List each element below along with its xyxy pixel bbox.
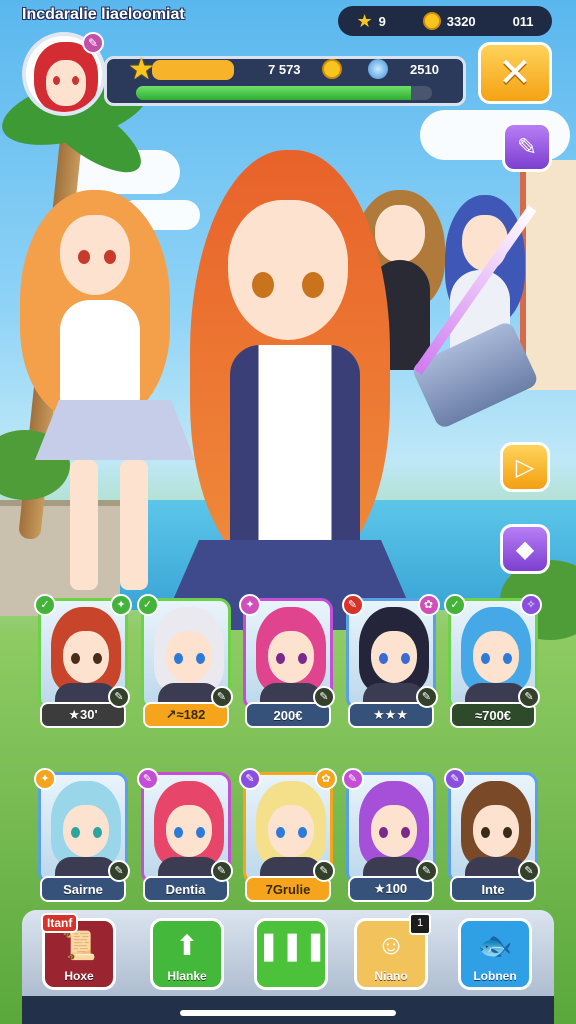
card-status-badge-icon: ✓ bbox=[136, 594, 159, 616]
avatar-edit-badge[interactable]: ✎ bbox=[82, 32, 104, 54]
nav-button-fish[interactable]: 🐟 Lobnen bbox=[458, 918, 532, 990]
character-card[interactable]: ✓ ✧ ✎ ≈700€ bbox=[444, 594, 542, 728]
character-card[interactable]: ✎ ✿ ✎ ★★★ bbox=[341, 594, 440, 728]
boot-icon: ⬆ bbox=[175, 930, 199, 961]
character-card[interactable]: ✦ ✎ 200€ bbox=[239, 594, 335, 728]
star-value: 9 bbox=[378, 13, 386, 29]
home-indicator bbox=[180, 1010, 396, 1016]
nav-label: Lobnen bbox=[473, 969, 517, 983]
card-status-badge-icon: ✦ bbox=[34, 768, 56, 790]
gem-value: 2510 bbox=[410, 62, 439, 77]
coin-icon bbox=[322, 59, 342, 79]
coin-value: 3320 bbox=[446, 13, 476, 29]
card-status-badge-icon: ✎ bbox=[341, 594, 364, 616]
card-equip-icon: ✎ bbox=[518, 860, 540, 882]
nav-button-character[interactable]: ☺ Niano 1 bbox=[354, 913, 431, 990]
card-corner-badge-icon: ✧ bbox=[520, 594, 542, 616]
side-button-eraser[interactable]: ✎ bbox=[502, 122, 552, 172]
nav-label: Niano bbox=[374, 969, 408, 983]
character-card[interactable]: ✎ ✎ Dentia bbox=[136, 768, 233, 902]
card-status-badge-icon: ✎ bbox=[239, 768, 261, 790]
nav-label: Hlanke bbox=[167, 969, 207, 983]
nav-tag: Itanf bbox=[41, 913, 79, 933]
card-equip-icon: ✎ bbox=[313, 686, 335, 708]
close-icon: ✕ bbox=[498, 51, 532, 95]
character-card[interactable]: ✎ ✎ ★100 bbox=[341, 768, 438, 902]
pause-icon: ❚❚❚ bbox=[257, 930, 328, 961]
coin-stat: 3320 bbox=[422, 12, 476, 30]
character-roster-row-1: ✓ ✦ ✎ ★30' ✓ ✎ ↗≈182 ✦ ✎ 200€ ✎ ✿ ✎ ★★★ ✓ ✧ ✎ ≈700€ bbox=[34, 594, 542, 728]
xp-text: 7 573 bbox=[268, 62, 301, 77]
character-card[interactable]: ✓ ✎ ↗≈182 bbox=[136, 594, 233, 728]
close-button[interactable]: ✕ bbox=[478, 42, 552, 104]
scroll-icon: 📜 bbox=[61, 930, 97, 961]
card-equip-icon: ✎ bbox=[313, 860, 335, 882]
eraser-icon: ✎ bbox=[516, 133, 538, 161]
card-equip-icon: ✎ bbox=[415, 860, 438, 882]
nav-button-boot[interactable]: ⬆ Hlanke bbox=[150, 918, 224, 990]
card-status-badge-icon: ✓ bbox=[444, 594, 466, 616]
nav-button-pause[interactable]: ❚❚❚ bbox=[254, 918, 328, 990]
card-equip-icon: ✎ bbox=[210, 860, 233, 882]
card-equip-icon: ✎ bbox=[108, 860, 130, 882]
card-equip-icon: ✎ bbox=[415, 686, 438, 708]
character-card[interactable]: ✓ ✦ ✎ ★30' bbox=[34, 594, 132, 728]
diamond-icon: ◆ bbox=[515, 535, 535, 563]
extra-stat: 011 bbox=[513, 14, 534, 29]
game-title: Incdaralie liaeloomiat bbox=[22, 6, 185, 23]
side-button-play[interactable]: ▷ bbox=[500, 442, 550, 492]
gem-icon bbox=[368, 59, 388, 79]
card-corner-badge-icon: ✦ bbox=[110, 594, 132, 616]
card-corner-badge-icon: ✿ bbox=[315, 768, 337, 790]
level-star-icon: ★ bbox=[128, 53, 155, 86]
card-equip-icon: ✎ bbox=[210, 686, 233, 708]
extra-value: 011 bbox=[512, 13, 534, 29]
play-icon: ▷ bbox=[515, 453, 535, 481]
character-card[interactable]: ✎ ✎ Inte bbox=[444, 768, 540, 902]
nav-button-scroll[interactable]: 📜 Hoxe Itanf bbox=[41, 913, 116, 990]
house bbox=[520, 160, 576, 390]
character-card[interactable]: ✎ ✿ ✎ 7Grulie bbox=[239, 768, 337, 902]
card-status-badge-icon: ✦ bbox=[239, 594, 261, 616]
coin-icon bbox=[422, 12, 441, 30]
character-roster-row-2: ✦ ✎ Sairne ✎ ✎ Dentia ✎ ✿ ✎ 7Grulie ✎ ✎ ★100 ✎ ✎ Inte bbox=[34, 768, 540, 902]
star-icon: ★ bbox=[356, 11, 373, 31]
card-status-badge-icon: ✎ bbox=[136, 768, 159, 790]
top-stats-bar: ★ 9 3320 011 bbox=[338, 6, 552, 36]
card-equip-icon: ✎ bbox=[518, 686, 540, 708]
fish-icon: 🐟 bbox=[477, 930, 513, 961]
nav-label: Hoxe bbox=[64, 969, 94, 983]
hp-bar-fill bbox=[136, 86, 412, 100]
hp-bar bbox=[136, 86, 432, 100]
card-corner-badge-icon: ✿ bbox=[417, 594, 440, 616]
character-card[interactable]: ✦ ✎ Sairne bbox=[34, 768, 130, 902]
nav-count-badge: 1 bbox=[409, 913, 431, 935]
card-status-badge-icon: ✓ bbox=[34, 594, 56, 616]
card-status-badge-icon: ✎ bbox=[341, 768, 364, 790]
card-equip-icon: ✎ bbox=[108, 686, 130, 708]
card-status-badge-icon: ✎ bbox=[444, 768, 466, 790]
star-stat: ★ 9 bbox=[356, 12, 385, 30]
xp-bar bbox=[152, 60, 234, 80]
side-button-diamond[interactable]: ◆ bbox=[500, 524, 550, 574]
